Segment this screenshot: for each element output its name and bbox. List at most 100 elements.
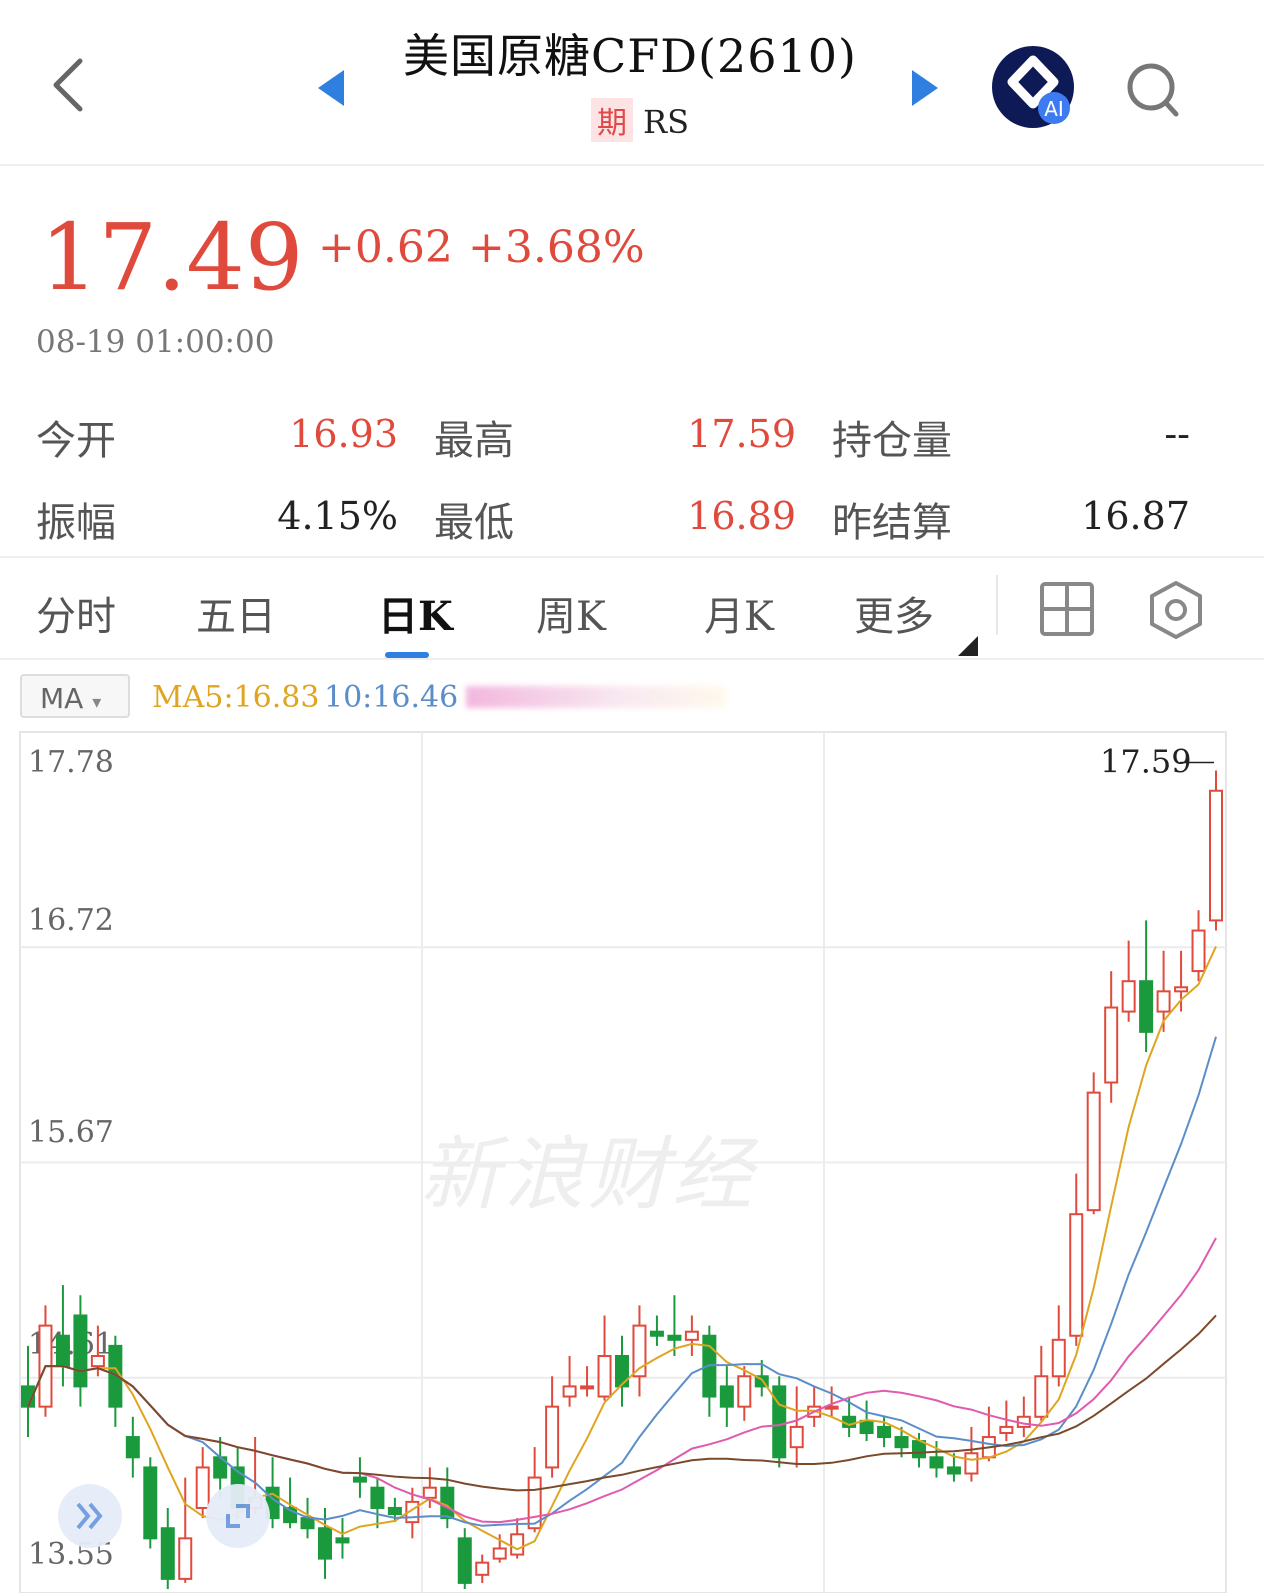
tab-daily-k[interactable]: 日K [378, 584, 453, 642]
candle-body [964, 1452, 979, 1475]
candle-body [90, 1355, 105, 1368]
candle-body [300, 1517, 315, 1530]
instrument-code: RS [642, 103, 689, 141]
y-axis-label: 15.67 [28, 1115, 114, 1150]
prev-instrument-icon[interactable] [318, 70, 344, 106]
ma5-legend: MA5:16.83 [152, 680, 320, 715]
candle-body [1051, 1338, 1066, 1378]
candle-body [318, 1527, 332, 1560]
high-value: 17.59 [687, 412, 796, 456]
tab-five-day[interactable]: 五日 [196, 584, 276, 642]
candle-body [1191, 929, 1206, 973]
price-change: +0.62 [318, 222, 453, 273]
candle-body [877, 1425, 892, 1439]
candle-body [492, 1547, 507, 1560]
candle-body [789, 1425, 804, 1449]
candle-body [510, 1533, 525, 1556]
candle-body [1034, 1375, 1049, 1418]
tabs-divider [0, 658, 1264, 660]
prev-settle-label: 昨结算 [832, 500, 952, 546]
top-bar: 美国原糖CFD(2610) 期 RS AI [0, 0, 1264, 166]
candle-body [562, 1385, 577, 1398]
ma-select-label: MA [40, 682, 84, 715]
quote-time: 08-19 01:00:00 [36, 324, 275, 360]
instrument-subtitle: 期 RS [540, 98, 740, 142]
candle-body [597, 1355, 612, 1398]
max-price-label: 17.59 [1100, 742, 1192, 780]
blurred-legend [466, 686, 726, 708]
expand-sidebar-button[interactable] [58, 1484, 122, 1548]
search-icon[interactable] [1126, 60, 1180, 120]
y-axis-label: 17.78 [28, 745, 114, 780]
candle-body [178, 1537, 193, 1580]
open-interest-label: 持仓量 [832, 418, 952, 464]
candle-body [160, 1527, 175, 1580]
tab-intraday[interactable]: 分时 [36, 584, 116, 642]
candle-body [667, 1334, 682, 1341]
candle-body [719, 1385, 734, 1408]
y-axis-label: 16.72 [28, 903, 114, 938]
candle-body [125, 1436, 140, 1459]
candle-body [1104, 1006, 1119, 1084]
candle-body [929, 1456, 944, 1469]
layout-grid-icon[interactable] [1040, 582, 1094, 636]
next-instrument-icon[interactable] [912, 70, 938, 106]
candle-body [859, 1419, 874, 1434]
candle-body [1121, 980, 1136, 1013]
ai-logo-icon: AI [1007, 55, 1070, 124]
open-value: 16.93 [289, 412, 398, 456]
candle-body [545, 1405, 560, 1469]
candle-body [422, 1486, 437, 1499]
tab-weekly-k[interactable]: 周K [536, 584, 606, 642]
back-icon[interactable] [48, 55, 88, 115]
candle-body [999, 1425, 1014, 1434]
high-label: 最高 [434, 418, 514, 464]
tab-separator [996, 575, 998, 635]
settings-icon[interactable] [1148, 580, 1204, 640]
candle-body [580, 1385, 595, 1390]
candle-body [912, 1440, 926, 1459]
candle-body [440, 1486, 455, 1520]
expand-icon [226, 1504, 250, 1528]
ma10-legend: 10:16.46 [324, 680, 459, 715]
price-change-pct: +3.68% [468, 222, 645, 273]
candle-body [352, 1476, 367, 1483]
prev-settle-value: 16.87 [1081, 494, 1190, 538]
candle-body [73, 1314, 88, 1388]
instrument-title: 美国原糖CFD(2610) [403, 29, 857, 83]
candle-body [1156, 990, 1171, 1013]
section-divider [0, 556, 1264, 558]
amplitude-label: 振幅 [36, 500, 116, 546]
candle-body [335, 1537, 350, 1544]
tab-more[interactable]: 更多 [854, 584, 934, 642]
ma-indicator-select[interactable]: MA ▾ [20, 674, 130, 718]
candle-body [1174, 986, 1189, 993]
candle-body [824, 1405, 839, 1410]
fullscreen-button[interactable] [206, 1484, 270, 1548]
tab-monthly-k[interactable]: 月K [704, 584, 774, 642]
candle-body [143, 1466, 158, 1540]
candle-body [370, 1486, 385, 1509]
ai-assistant-button[interactable]: AI [992, 46, 1074, 128]
candle-body [1069, 1213, 1084, 1337]
candle-body [946, 1466, 961, 1475]
low-label: 最低 [434, 500, 514, 546]
candle-body [387, 1506, 402, 1516]
candle-body [55, 1334, 70, 1368]
candle-body [649, 1330, 664, 1337]
amplitude-value: 4.15% [277, 494, 398, 538]
open-label: 今开 [36, 418, 116, 464]
futures-tag: 期 [590, 98, 633, 142]
low-value: 16.89 [687, 494, 796, 538]
last-price: 17.49 [40, 204, 304, 311]
ma5-line [27, 945, 1217, 1551]
candle-body [684, 1330, 699, 1341]
candle-body [475, 1561, 490, 1576]
chevron-down-icon: ▾ [92, 692, 102, 713]
open-interest-value: -- [1164, 412, 1190, 456]
candle-body [894, 1436, 909, 1449]
ai-badge-text: AI [1044, 97, 1064, 121]
watermark: 新浪财经 [420, 1128, 756, 1221]
candle-body [1086, 1091, 1101, 1212]
double-chevron-right-icon [76, 1502, 103, 1530]
